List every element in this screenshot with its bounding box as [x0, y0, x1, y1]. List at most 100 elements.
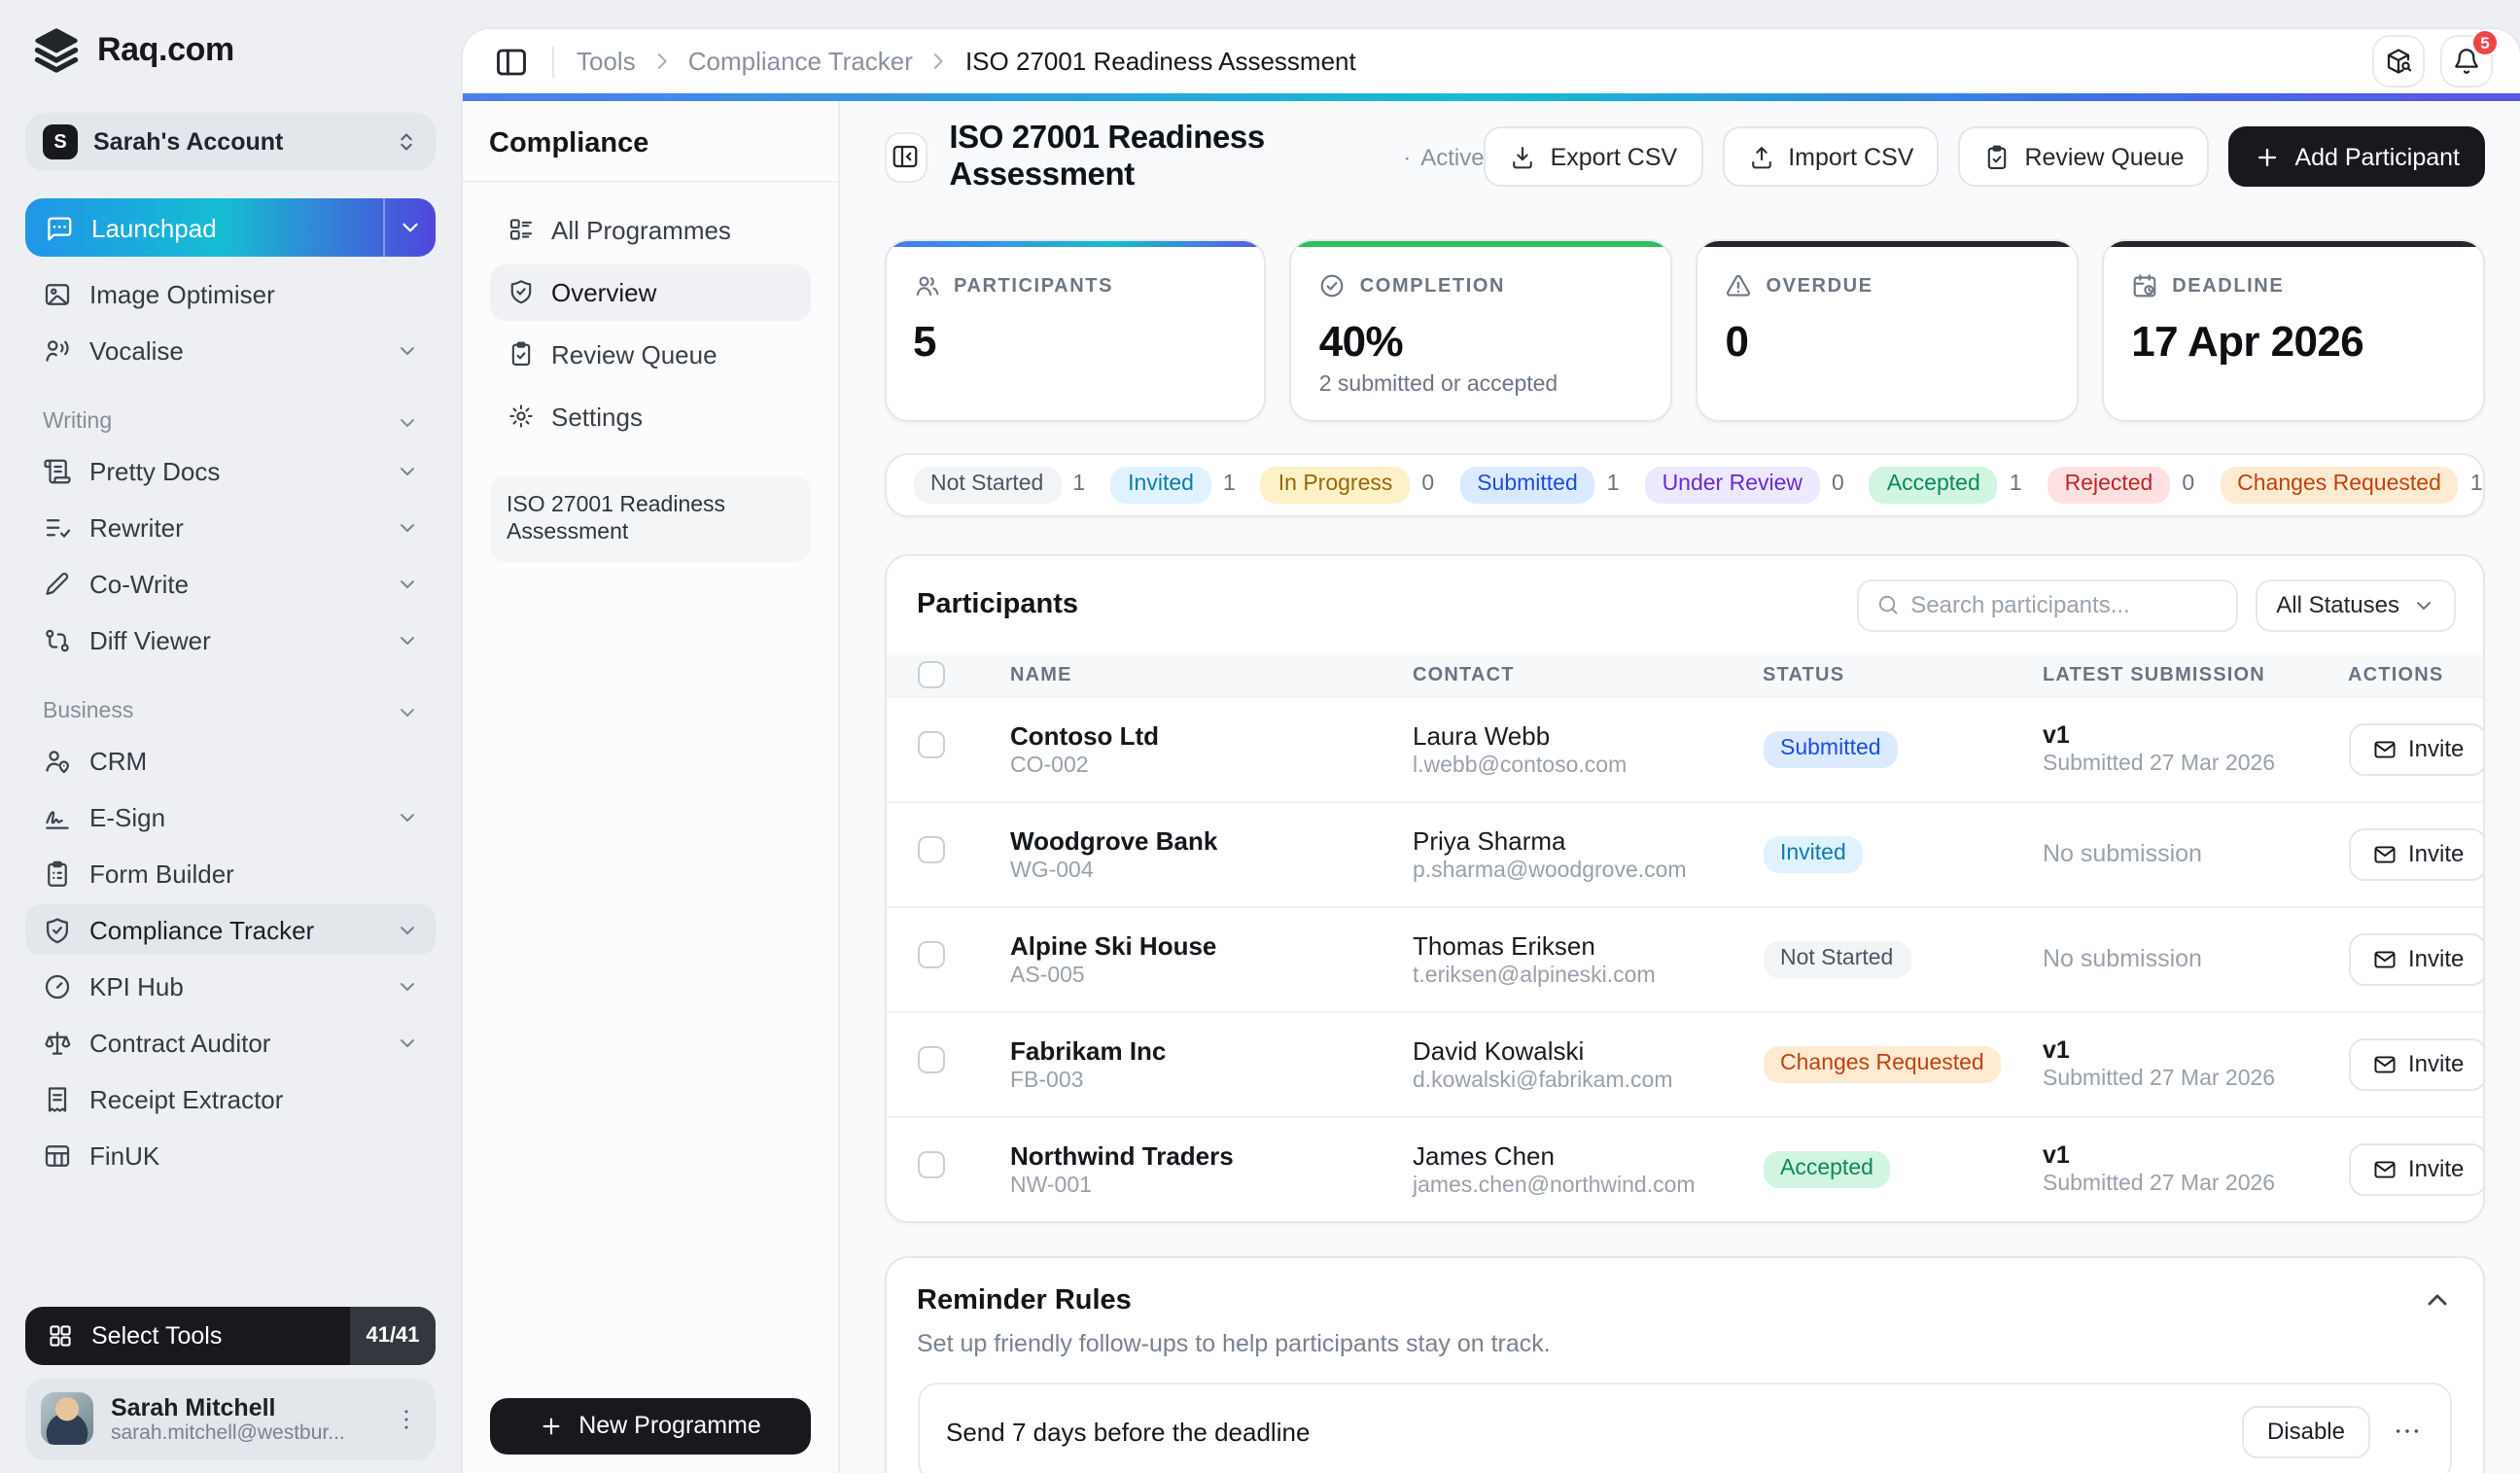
- export-csv-button[interactable]: Export CSV: [1484, 126, 1703, 187]
- invite-button[interactable]: Invite: [2348, 1142, 2484, 1195]
- chevron-down-icon: [397, 629, 418, 650]
- invite-button[interactable]: Invite: [2348, 827, 2484, 880]
- breadcrumb-item-tools[interactable]: Tools: [577, 47, 636, 76]
- row-checkbox[interactable]: [917, 940, 944, 967]
- collapse-panel-button[interactable]: [884, 131, 928, 182]
- sidebar-item-form-builder[interactable]: Form Builder: [25, 848, 436, 898]
- mail-icon: [2371, 1051, 2397, 1076]
- user-profile-card[interactable]: Sarah Mitchell sarah.mitchell@westbur...: [25, 1378, 436, 1459]
- sidebar-bottom: Select Tools 41/41 Sarah Mitchell sarah.…: [25, 1306, 436, 1459]
- reminder-rules-card: Reminder Rules Set up friendly follow-up…: [884, 1255, 2485, 1473]
- compliance-nav-all-programmes[interactable]: All Programmes: [489, 201, 810, 258]
- compliance-nav-overview[interactable]: Overview: [489, 263, 810, 320]
- column-header-name[interactable]: NAME: [1010, 664, 1413, 685]
- launchpad-expand-button[interactable]: [383, 198, 436, 257]
- row-checkbox[interactable]: [917, 1150, 944, 1177]
- column-header-status[interactable]: STATUS: [1763, 664, 2043, 685]
- launchpad-label: Launchpad: [91, 213, 217, 242]
- account-avatar: S: [43, 124, 78, 159]
- compliance-nav-label: Overview: [551, 277, 657, 306]
- column-header-latest-submission[interactable]: LATEST SUBMISSION: [2043, 664, 2348, 685]
- status-summary-submitted[interactable]: Submitted 1: [1459, 466, 1620, 503]
- invite-button[interactable]: Invite: [2348, 932, 2484, 985]
- mail-icon: [2371, 841, 2397, 866]
- package-search-icon: [2384, 47, 2413, 76]
- select-tools-button[interactable]: Select Tools 41/41: [25, 1306, 436, 1364]
- row-checkbox[interactable]: [917, 835, 944, 862]
- status-summary-under-review[interactable]: Under Review 0: [1644, 466, 1844, 503]
- column-header-contact[interactable]: CONTACT: [1413, 664, 1763, 685]
- new-programme-button[interactable]: New Programme: [489, 1397, 810, 1454]
- chevron-up-icon[interactable]: [2423, 1285, 2452, 1315]
- sidebar-item-vocalise[interactable]: Vocalise: [25, 325, 436, 375]
- row-status-pill: Not Started: [1763, 940, 1911, 978]
- package-search-button[interactable]: [2372, 35, 2425, 88]
- status-summary-invited[interactable]: Invited 1: [1110, 466, 1236, 503]
- gear-icon: [507, 403, 534, 430]
- sidebar-item-co-write[interactable]: Co-Write: [25, 558, 436, 609]
- button-label: Export CSV: [1550, 143, 1678, 170]
- stat-label: PARTICIPANTS: [954, 275, 1114, 297]
- launchpad-button[interactable]: Launchpad: [25, 198, 436, 257]
- panel-left-toggle-icon[interactable]: [493, 44, 528, 79]
- sidebar-item-label: Co-Write: [89, 569, 190, 598]
- contact-email: d.kowalski@fabrikam.com: [1413, 1069, 1673, 1092]
- compliance-nav-review-queue[interactable]: Review Queue: [489, 326, 810, 382]
- stat-card-completion: COMPLETION 40% 2 submitted or accepted: [1289, 238, 1673, 421]
- account-switcher[interactable]: S Sarah's Account: [25, 113, 436, 171]
- table-header-row: NAME CONTACT STATUS LATEST SUBMISSION ACTION…: [886, 654, 2483, 695]
- status-summary-accepted[interactable]: Accepted 1: [1869, 466, 2022, 503]
- search-input[interactable]: [1910, 591, 2219, 618]
- sidebar-item-compliance-tracker[interactable]: Compliance Tracker: [25, 904, 436, 955]
- stats-grid: PARTICIPANTS 5 COMPLETION 40% 2 submitted or…: [884, 238, 2485, 421]
- stat-value: 40%: [1318, 317, 1404, 366]
- select-all-checkbox[interactable]: [917, 661, 944, 688]
- sidebar-item-receipt-extractor[interactable]: Receipt Extractor: [25, 1073, 436, 1124]
- sidebar-item-finuk[interactable]: FinUK: [25, 1130, 436, 1180]
- chevron-down-icon: [397, 573, 418, 594]
- breadcrumb: Tools Compliance Tracker ISO 27001 Readine…: [577, 47, 1356, 76]
- review-queue-button[interactable]: Review Queue: [1958, 126, 2210, 187]
- programme-item[interactable]: ISO 27001 Readiness Assessment: [489, 475, 810, 563]
- sidebar-item-contract-auditor[interactable]: Contract Auditor: [25, 1017, 436, 1068]
- sidebar-item-image-optimiser[interactable]: Image Optimiser: [25, 268, 436, 319]
- sidebar-section-writing[interactable]: Writing: [43, 410, 418, 434]
- contact-name: Priya Sharma: [1413, 825, 1566, 855]
- sidebar-item-diff-viewer[interactable]: Diff Viewer: [25, 614, 436, 665]
- status-count: 1: [2009, 473, 2022, 496]
- import-csv-button[interactable]: Import CSV: [1722, 126, 1940, 187]
- sidebar-item-crm[interactable]: CRM: [25, 735, 436, 786]
- invite-button[interactable]: Invite: [2348, 722, 2484, 775]
- section-label: Business: [43, 700, 134, 723]
- contact-email: t.eriksen@alpineski.com: [1413, 964, 1656, 987]
- invite-button[interactable]: Invite: [2348, 1037, 2484, 1090]
- ellipsis-menu-icon[interactable]: [2392, 1416, 2423, 1447]
- sidebar-section-business[interactable]: Business: [43, 700, 418, 723]
- row-checkbox[interactable]: [917, 730, 944, 757]
- chevron-down-icon: [2413, 594, 2434, 615]
- scroll-text-icon: [43, 456, 72, 485]
- contact-name: Laura Webb: [1413, 720, 1551, 750]
- status-summary-rejected[interactable]: Rejected 0: [2047, 466, 2194, 503]
- status-summary-not-started[interactable]: Not Started 1: [913, 466, 1085, 503]
- disable-rule-button[interactable]: Disable: [2241, 1405, 2370, 1457]
- participant-code: WG-004: [1010, 859, 1094, 882]
- sidebar-item-rewriter[interactable]: Rewriter: [25, 502, 436, 552]
- sidebar-item-e-sign[interactable]: E-Sign: [25, 791, 436, 842]
- breadcrumb-item-compliance-tracker[interactable]: Compliance Tracker: [688, 47, 913, 76]
- add-participant-button[interactable]: Add Participant: [2228, 126, 2485, 187]
- sidebar-item-pretty-docs[interactable]: Pretty Docs: [25, 445, 436, 496]
- status-summary-in-progress[interactable]: In Progress 0: [1260, 466, 1434, 503]
- reminder-rules-subtitle: Set up friendly follow-ups to help parti…: [917, 1329, 1551, 1356]
- status-summary-changes-requested[interactable]: Changes Requested 1: [2220, 466, 2483, 503]
- status-filter-select[interactable]: All Statuses: [2255, 579, 2456, 631]
- sidebar-nav-business: CRM E-Sign Form Builder Compliance Tracker K…: [25, 735, 436, 1180]
- column-header-actions[interactable]: ACTIONS: [2348, 664, 2452, 685]
- notifications-button[interactable]: 5: [2440, 29, 2499, 88]
- kebab-menu-icon[interactable]: [393, 1405, 420, 1432]
- sidebar-item-kpi-hub[interactable]: KPI Hub: [25, 961, 436, 1011]
- compliance-nav-label: Review Queue: [551, 339, 718, 368]
- launchpad-main[interactable]: Launchpad: [25, 198, 383, 257]
- row-checkbox[interactable]: [917, 1045, 944, 1072]
- compliance-nav-settings[interactable]: Settings: [489, 388, 810, 444]
